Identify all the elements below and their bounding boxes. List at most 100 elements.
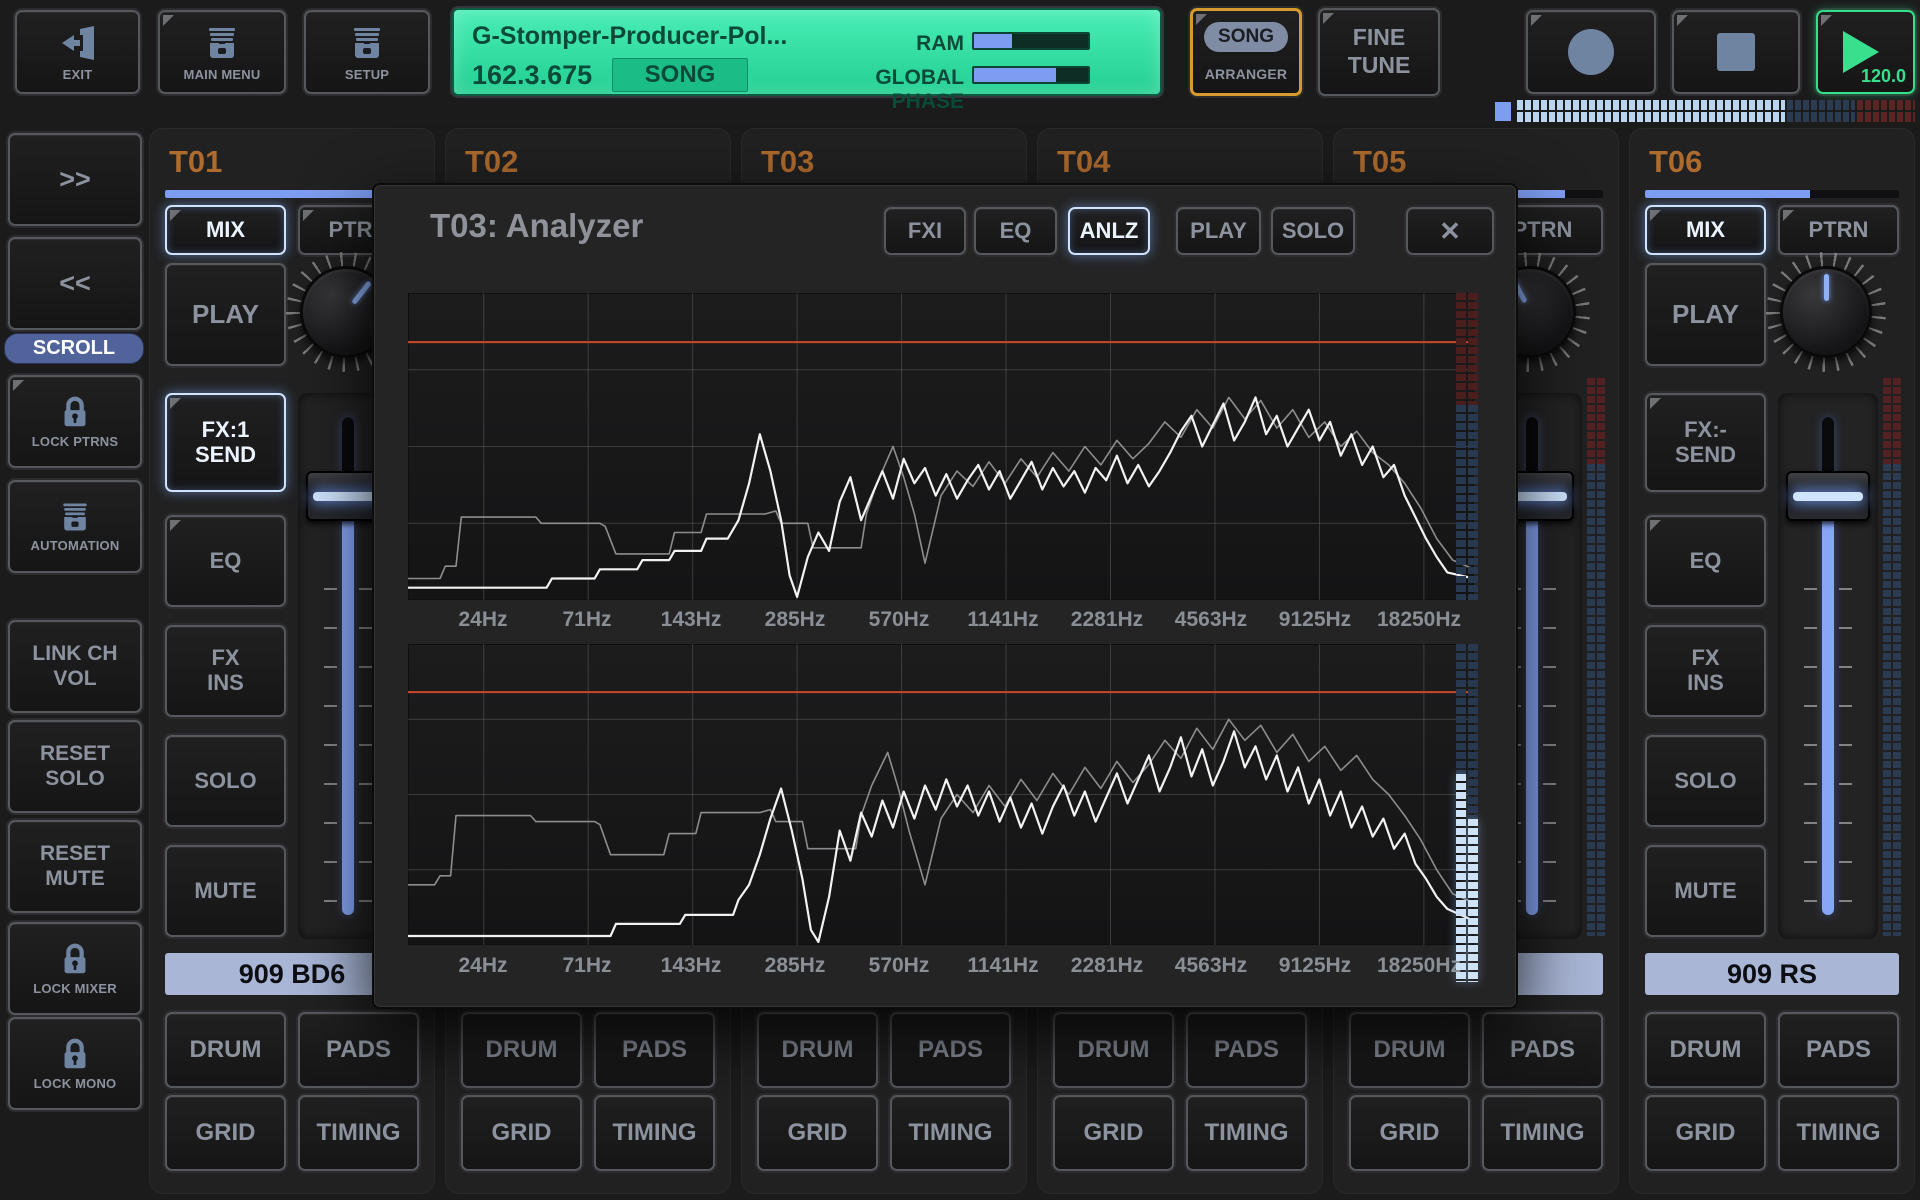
fx-send-button[interactable]: FX:1SEND: [165, 393, 286, 492]
frequency-tick-label: 143Hz: [639, 608, 743, 632]
spectrum-curve-hold: [408, 719, 1474, 903]
exit-button[interactable]: EXIT: [15, 10, 140, 94]
grid-button[interactable]: GRID: [1053, 1095, 1174, 1171]
fx-send-button[interactable]: FX:-SEND: [1645, 393, 1766, 492]
fx-ins-button[interactable]: FXINS: [1645, 625, 1766, 717]
mute-button[interactable]: MUTE: [1645, 845, 1766, 937]
reset-solo-button[interactable]: RESET SOLO: [8, 720, 142, 813]
channel-level-meter: [1587, 378, 1605, 936]
timing-button[interactable]: TIMING: [1482, 1095, 1603, 1171]
grid-button[interactable]: GRID: [165, 1095, 286, 1171]
track-play-button[interactable]: PLAY: [165, 263, 286, 366]
track-title: T01: [169, 144, 222, 180]
dialog-anlz-button[interactable]: ANLZ: [1068, 207, 1150, 255]
lock-mixer-button[interactable]: LOCK MIXER: [8, 922, 142, 1015]
exit-door-icon: [56, 23, 100, 63]
lock-mono-button[interactable]: LOCK MONO: [8, 1017, 142, 1110]
pattern-progress-fill: [1645, 190, 1810, 198]
pads-button[interactable]: PADS: [594, 1012, 715, 1088]
link-channel-volume-button[interactable]: LINK CH VOL: [8, 620, 142, 713]
scroll-left-button[interactable]: <<: [8, 237, 142, 330]
mute-label: MUTE: [1674, 879, 1736, 904]
dialog-play-button[interactable]: PLAY: [1176, 207, 1261, 255]
pads-button[interactable]: PADS: [1186, 1012, 1307, 1088]
track-name-text: 909 BD6: [239, 959, 346, 990]
frequency-tick-label: 570Hz: [847, 608, 951, 632]
dialog-fxi-button[interactable]: FXI: [884, 207, 966, 255]
frequency-tick-label: 1141Hz: [951, 608, 1055, 632]
grid-button[interactable]: GRID: [757, 1095, 878, 1171]
grid-label: GRID: [1676, 1120, 1736, 1147]
automation-button[interactable]: AUTOMATION: [8, 480, 142, 573]
mute-button[interactable]: MUTE: [165, 845, 286, 937]
grid-label: GRID: [1084, 1120, 1144, 1147]
pads-button[interactable]: PADS: [298, 1012, 419, 1088]
solo-button[interactable]: SOLO: [165, 735, 286, 827]
eq-button[interactable]: EQ: [1645, 515, 1766, 607]
grid-button[interactable]: GRID: [1645, 1095, 1766, 1171]
volume-knob[interactable]: [1766, 252, 1886, 372]
mix-button[interactable]: MIX: [165, 205, 286, 255]
pads-label: PADS: [1214, 1037, 1279, 1064]
scroll-right-button[interactable]: >>: [8, 133, 142, 226]
fader-ticks: [359, 588, 372, 923]
fx-ins-label: FXINS: [1687, 646, 1724, 695]
dialog-close-button[interactable]: ✕: [1406, 207, 1494, 255]
pads-button[interactable]: PADS: [890, 1012, 1011, 1088]
mix-button[interactable]: MIX: [1645, 205, 1766, 255]
drum-button[interactable]: DRUM: [461, 1012, 582, 1088]
timing-button[interactable]: TIMING: [594, 1095, 715, 1171]
eq-button[interactable]: EQ: [165, 515, 286, 607]
ptrn-label: PTRN: [1513, 218, 1573, 243]
timing-label: TIMING: [909, 1120, 993, 1147]
drum-button[interactable]: DRUM: [1349, 1012, 1470, 1088]
pads-button[interactable]: PADS: [1778, 1012, 1899, 1088]
lock-patterns-button[interactable]: LOCK PTRNS: [8, 375, 142, 468]
timing-button[interactable]: TIMING: [1186, 1095, 1307, 1171]
frequency-axis-upper: 24Hz71Hz143Hz285Hz570Hz1141Hz2281Hz4563H…: [408, 603, 1474, 637]
solo-button[interactable]: SOLO: [1645, 735, 1766, 827]
lock-patterns-label: LOCK PTRNS: [32, 435, 119, 450]
drum-button[interactable]: DRUM: [757, 1012, 878, 1088]
timing-button[interactable]: TIMING: [1778, 1095, 1899, 1171]
eq-label: EQ: [210, 549, 242, 574]
track-title: T05: [1353, 144, 1406, 180]
fader-ticks: [1543, 588, 1556, 923]
frequency-tick-label: 71Hz: [535, 608, 639, 632]
pads-button[interactable]: PADS: [1482, 1012, 1603, 1088]
analyzer-dialog: T03: Analyzer FXI EQ ANLZ PLAY SOLO ✕ 24…: [372, 183, 1518, 1009]
timing-label: TIMING: [1797, 1120, 1881, 1147]
dialog-eq-button[interactable]: EQ: [974, 207, 1057, 255]
automation-label: AUTOMATION: [31, 539, 120, 554]
timing-label: TIMING: [613, 1120, 697, 1147]
drum-button[interactable]: DRUM: [1645, 1012, 1766, 1088]
fader-handle-glow: [1793, 492, 1863, 501]
scroll-mode-badge[interactable]: SCROLL: [4, 333, 144, 364]
fx-ins-button[interactable]: FXINS: [165, 625, 286, 717]
fader-ticks: [324, 588, 337, 923]
mix-label: MIX: [1686, 218, 1725, 243]
dialog-level-meter-upper: [1456, 293, 1478, 600]
ptrn-button[interactable]: PTRN: [1778, 205, 1899, 255]
drum-button[interactable]: DRUM: [1053, 1012, 1174, 1088]
frequency-tick-label: 4563Hz: [1159, 954, 1263, 978]
track-play-button[interactable]: PLAY: [1645, 263, 1766, 366]
frequency-tick-label: 4563Hz: [1159, 608, 1263, 632]
dialog-solo-button[interactable]: SOLO: [1271, 207, 1355, 255]
drum-label: DRUM: [1078, 1037, 1150, 1064]
fader-handle[interactable]: [1786, 471, 1870, 521]
frequency-tick-label: 18250Hz: [1367, 608, 1471, 632]
fx-send-label: FX:-SEND: [1675, 418, 1736, 467]
reset-mute-button[interactable]: RESET MUTE: [8, 820, 142, 913]
pads-label: PADS: [918, 1037, 983, 1064]
lock-icon: [55, 1035, 95, 1073]
timing-button[interactable]: TIMING: [298, 1095, 419, 1171]
drum-label: DRUM: [1374, 1037, 1446, 1064]
spectrum-plot-upper: [408, 293, 1474, 600]
spectrum-svg-lower: [408, 644, 1474, 945]
drum-button[interactable]: DRUM: [165, 1012, 286, 1088]
track-title: T03: [761, 144, 814, 180]
grid-button[interactable]: GRID: [461, 1095, 582, 1171]
grid-button[interactable]: GRID: [1349, 1095, 1470, 1171]
timing-button[interactable]: TIMING: [890, 1095, 1011, 1171]
